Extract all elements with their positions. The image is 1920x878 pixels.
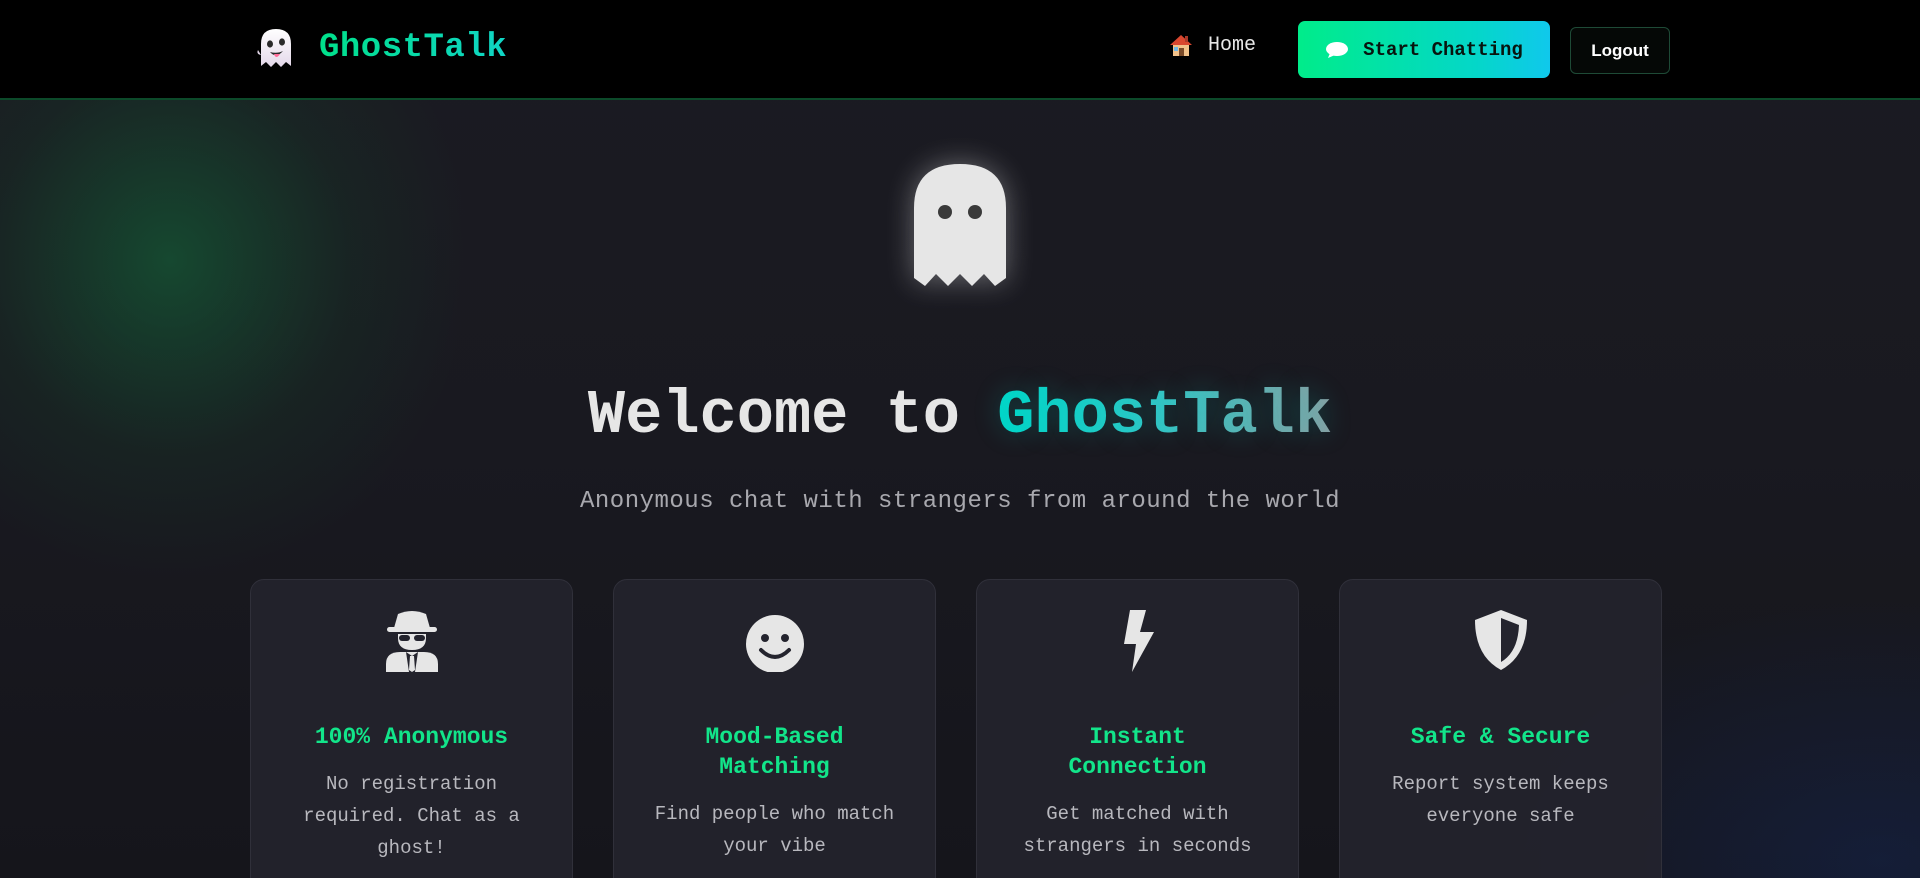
feature-title: Safe & Secure xyxy=(1410,724,1591,750)
ghost-emoji-icon xyxy=(257,29,291,67)
feature-description: Find people who match your vibe xyxy=(654,803,895,857)
hero-title: Welcome to GhostTalk xyxy=(0,380,1920,451)
brand-name: GhostTalk xyxy=(319,29,508,67)
feature-description: Report system keeps everyone safe xyxy=(1392,773,1609,827)
nav-home-label: Home xyxy=(1208,33,1257,57)
hero-title-accent: GhostTalk xyxy=(997,380,1333,451)
hero-subtitle: Anonymous chat with strangers from aroun… xyxy=(579,488,1341,515)
spy-icon xyxy=(385,611,438,672)
feature-card-safe: Safe & Secure Report system keeps everyo… xyxy=(1339,579,1662,878)
smiley-icon xyxy=(745,615,804,672)
navbar: GhostTalk Home Start Chatting Logout xyxy=(0,0,1920,100)
feature-title: Mood-Based Matching xyxy=(705,724,844,780)
shield-icon xyxy=(1474,610,1527,670)
start-chatting-button[interactable]: Start Chatting xyxy=(1298,21,1550,78)
feature-title: Instant Connection xyxy=(1068,724,1207,780)
hero-title-prefix: Welcome to xyxy=(587,380,960,451)
logout-button[interactable]: Logout xyxy=(1570,27,1670,74)
ghost-icon xyxy=(914,164,1006,286)
house-icon xyxy=(1170,35,1192,56)
nav-home-link[interactable]: Home xyxy=(1168,32,1256,58)
page: GhostTalk Home Start Chatting Logout Wel… xyxy=(0,0,1920,878)
feature-description: No registration required. Chat as a ghos… xyxy=(303,773,520,859)
feature-card-anonymous: 100% Anonymous No registration required.… xyxy=(250,579,573,878)
feature-card-mood: Mood-Based Matching Find people who matc… xyxy=(613,579,936,878)
lightning-bolt-icon xyxy=(1123,610,1154,672)
start-chatting-label: Start Chatting xyxy=(1363,38,1523,61)
speech-bubble-icon xyxy=(1326,41,1349,58)
brand-logo[interactable]: GhostTalk xyxy=(255,22,507,74)
feature-description: Get matched with strangers in seconds xyxy=(1023,803,1252,857)
feature-cards: 100% Anonymous No registration required.… xyxy=(250,579,1662,878)
feature-title: 100% Anonymous xyxy=(314,724,509,750)
feature-card-instant: Instant Connection Get matched with stra… xyxy=(976,579,1299,878)
